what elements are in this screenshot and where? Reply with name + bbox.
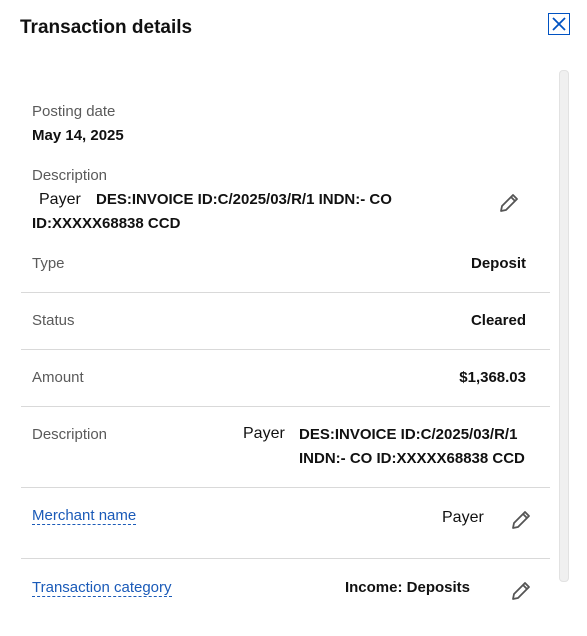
scrollbar-thumb[interactable] bbox=[559, 70, 569, 582]
description-label: Description bbox=[32, 167, 108, 184]
divider bbox=[21, 487, 550, 488]
divider bbox=[21, 292, 550, 293]
transaction-category-value: Income: Deposits bbox=[344, 579, 470, 596]
type-label: Type bbox=[32, 255, 65, 272]
pencil-icon bbox=[500, 194, 518, 212]
scrollbar[interactable] bbox=[556, 67, 570, 636]
amount-label: Amount bbox=[32, 369, 84, 386]
description-row-label: Description bbox=[32, 426, 108, 443]
status-label: Status bbox=[32, 312, 75, 329]
description-row-payer: Payer bbox=[243, 425, 285, 442]
divider bbox=[21, 349, 550, 350]
status-value: Cleared bbox=[470, 312, 526, 329]
amount-value: $1,368.03 bbox=[459, 369, 526, 386]
pencil-icon bbox=[512, 582, 530, 600]
type-value: Deposit bbox=[470, 255, 526, 272]
close-icon bbox=[552, 17, 566, 31]
description-line2: ID:XXXXX68838 CCD bbox=[32, 215, 181, 232]
divider bbox=[21, 558, 550, 559]
pencil-icon bbox=[512, 511, 530, 529]
merchant-name-link[interactable]: Merchant name bbox=[32, 507, 137, 525]
divider bbox=[21, 406, 550, 407]
description-row-line1: DES:INVOICE ID:C/2025/03/R/1 bbox=[299, 426, 518, 443]
description-row-line2: INDN:- CO ID:XXXXX68838 CCD bbox=[299, 450, 525, 467]
description-payer: Payer bbox=[39, 191, 81, 208]
dialog-title: Transaction details bbox=[20, 17, 193, 38]
edit-merchant-button[interactable] bbox=[510, 509, 532, 531]
transaction-category-link[interactable]: Transaction category bbox=[32, 579, 172, 597]
close-button[interactable] bbox=[548, 13, 570, 35]
merchant-name-value: Payer bbox=[442, 509, 484, 526]
posting-date-value: May 14, 2025 bbox=[32, 127, 124, 144]
posting-date-label: Posting date bbox=[32, 103, 116, 120]
description-line1: DES:INVOICE ID:C/2025/03/R/1 INDN:- CO bbox=[96, 191, 392, 208]
edit-category-button[interactable] bbox=[510, 580, 532, 602]
edit-description-button[interactable] bbox=[498, 192, 520, 214]
